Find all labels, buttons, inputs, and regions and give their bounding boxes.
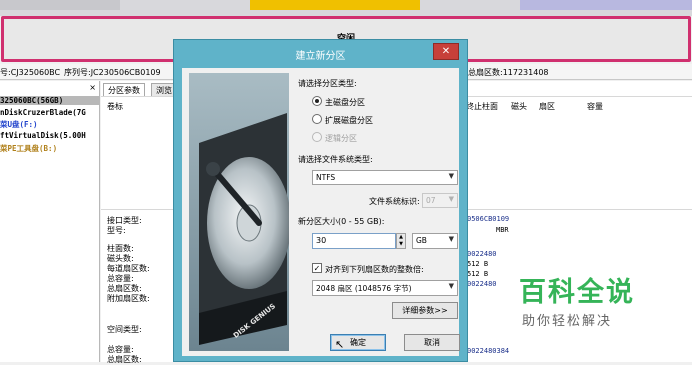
- radio-extended-partition[interactable]: [312, 114, 322, 124]
- prop-model: 型号:: [107, 226, 126, 235]
- radio-primary-label: 主磁盘分区: [325, 98, 365, 107]
- size-spinner[interactable]: ▲ ▼: [396, 233, 406, 249]
- value-4: 0022480: [467, 280, 497, 288]
- fs-id-label: 文件系统标识:: [369, 197, 420, 206]
- radio-logical-label: 逻辑分区: [325, 134, 357, 143]
- tree-item[interactable]: ftVirtualDisk(5.00H: [0, 131, 86, 140]
- new-partition-dialog: 建立新分区 ✕ DISK GENIUS 请选择分区类型: 主磁盘分区 扩展磁盘分…: [173, 39, 468, 362]
- align-checkbox[interactable]: ✓: [312, 263, 322, 273]
- align-select[interactable]: 2048 扇区 (1048576 字节) ▼: [312, 280, 458, 296]
- col-volume-label: 卷标: [107, 102, 123, 111]
- tab-partition-params[interactable]: 分区参数: [103, 83, 145, 96]
- size-input[interactable]: 30: [312, 233, 396, 249]
- radio-primary-partition[interactable]: [312, 96, 322, 106]
- align-label: 对齐到下列扇区数的整数倍:: [325, 265, 424, 274]
- value-mbr: MBR: [496, 226, 509, 234]
- tree-item[interactable]: 菜PE工具盘(B:): [0, 143, 57, 154]
- tree-item[interactable]: 菜U盘(F:): [0, 119, 38, 130]
- tree-close-icon[interactable]: ×: [89, 83, 96, 92]
- watermark-title: 百科全说: [519, 277, 635, 308]
- prop-extra-sectors: 附加扇区数:: [107, 294, 150, 303]
- chevron-down-icon: ▼: [448, 195, 454, 203]
- disk-model: 号:CJ325060BC: [0, 68, 61, 77]
- col-sector: 扇区: [539, 102, 555, 111]
- watermark-subtitle: 助你轻松解决: [522, 314, 613, 329]
- chevron-down-icon: ▼: [448, 235, 454, 243]
- mouse-cursor-icon: ↖: [335, 338, 345, 351]
- disk-serial: 序列号:JC230506CB0109: [64, 68, 161, 77]
- dialog-client: DISK GENIUS 请选择分区类型: 主磁盘分区 扩展磁盘分区 逻辑分区 请…: [182, 68, 460, 356]
- align-value: 2048 扇区 (1048576 字节): [316, 284, 412, 293]
- disk-tree: × 325060BC(56GB) nDiskCruzerBlade(7G 菜U盘…: [0, 81, 100, 362]
- prop-total-sectors-2: 总扇区数:: [107, 355, 142, 364]
- fs-id-value: 07: [426, 196, 436, 205]
- fs-id-select[interactable]: 07 ▼: [422, 193, 458, 208]
- col-head: 磁头: [511, 102, 527, 111]
- watermark: 百科全说 助你轻松解决: [498, 252, 668, 336]
- fs-type-value: NTFS: [316, 173, 336, 182]
- size-unit-value: GB: [416, 236, 427, 245]
- disk-total-sectors: 总扇区数:117231408: [468, 68, 549, 77]
- size-unit-select[interactable]: GB ▼: [412, 233, 458, 249]
- value-1: 0022480: [467, 250, 497, 258]
- radio-logical-partition[interactable]: [312, 132, 322, 142]
- col-end-cylinder: 终止柱面: [466, 102, 498, 111]
- value-serial: 0506CB0109: [467, 215, 510, 223]
- value-3: 512 B: [467, 270, 489, 278]
- value-2: 512 B: [467, 260, 489, 268]
- radio-extended-label: 扩展磁盘分区: [325, 116, 373, 125]
- tree-item[interactable]: 325060BC(56GB): [0, 96, 99, 105]
- cancel-button[interactable]: 取消: [404, 334, 460, 351]
- dialog-close-button[interactable]: ✕: [433, 43, 459, 60]
- dialog-title: 建立新分区: [295, 51, 346, 62]
- chevron-down-icon: ▼: [448, 282, 454, 290]
- fs-type-select[interactable]: NTFS ▼: [312, 170, 458, 185]
- value-5: 0022480384: [467, 347, 510, 355]
- col-capacity: 容量: [587, 102, 603, 111]
- top-disk-strip: [0, 0, 692, 16]
- tree-item[interactable]: nDiskCruzerBlade(7G: [0, 108, 86, 117]
- partition-type-label: 请选择分区类型:: [298, 79, 357, 88]
- prop-space-type: 空间类型:: [107, 325, 142, 334]
- dialog-titlebar[interactable]: 建立新分区 ✕: [174, 40, 467, 67]
- fs-type-label: 请选择文件系统类型:: [298, 155, 373, 164]
- chevron-down-icon: ▼: [448, 172, 454, 180]
- details-button[interactable]: 详细参数>>: [392, 302, 458, 319]
- size-label: 新分区大小(0 - 55 GB):: [298, 217, 385, 226]
- hard-disk-illustration: DISK GENIUS: [189, 73, 289, 351]
